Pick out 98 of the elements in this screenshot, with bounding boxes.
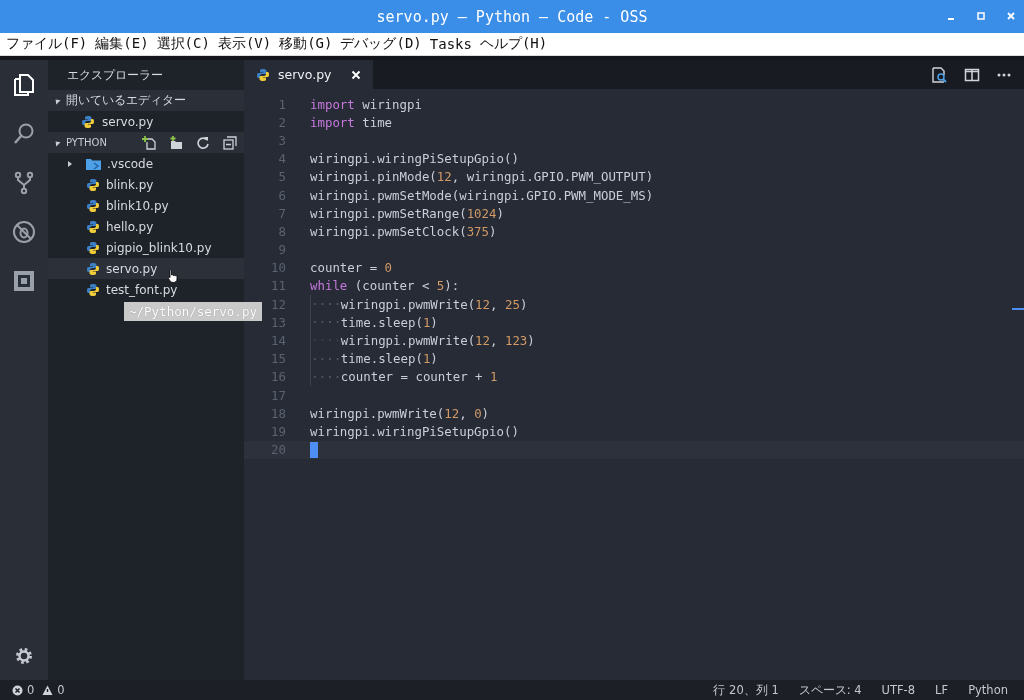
code-line: time.sleep(1) (340, 351, 438, 367)
file-tree-item[interactable]: blink.py (48, 174, 244, 195)
python-icon (86, 261, 100, 276)
menu-item[interactable]: ヘルプ(H) (477, 35, 550, 53)
menu-item[interactable]: 移動(G) (277, 35, 335, 53)
file-name: blink.py (106, 177, 154, 192)
line-number: 7 (277, 205, 286, 221)
file-name: pigpio_blink10.py (106, 240, 212, 255)
line-number: 3 (277, 132, 286, 148)
code-line: wiringpi.pwmWrite(12, 25) (340, 296, 528, 312)
open-editor-item[interactable]: servo.py (48, 111, 244, 132)
collapse-all-icon[interactable] (223, 135, 237, 150)
error-count[interactable]: 0 (27, 683, 35, 697)
line-number: 13 (270, 314, 286, 330)
open-preview-icon[interactable] (930, 65, 948, 84)
status-item[interactable]: UTF-8 (881, 683, 916, 697)
file-tree-item[interactable]: hello.py (48, 216, 244, 237)
new-folder-icon[interactable] (169, 135, 183, 150)
error-icon[interactable] (12, 684, 23, 696)
settings-icon[interactable] (14, 646, 34, 666)
code-line: wiringpi.pinMode(12, wiringpi.GPIO.PWM_OUTPUT) (310, 169, 654, 185)
menu-item[interactable]: Tasks (427, 36, 474, 52)
line-number: 11 (270, 278, 286, 294)
code-line: wiringpi.wiringPiSetupGpio() (310, 151, 519, 167)
python-icon (256, 67, 270, 82)
code-line: wiringpi.pwmWrite(12, 0) (310, 405, 490, 421)
line-number: 4 (277, 151, 286, 167)
refresh-icon[interactable] (196, 135, 210, 150)
code-line: wiringpi.pwmSetClock(375) (310, 223, 497, 239)
extensions-icon (12, 268, 36, 293)
code-line: time.sleep(1) (340, 314, 438, 330)
line-number: 19 (270, 423, 286, 439)
file-tree-item[interactable]: pigpio_blink10.py (48, 237, 244, 258)
file-name: blink10.py (106, 198, 169, 213)
menu-item[interactable]: デバッグ(D) (338, 35, 424, 53)
warning-icon[interactable] (42, 684, 54, 696)
line-number: 8 (277, 223, 286, 239)
status-item[interactable]: LF (935, 683, 949, 697)
menu-item[interactable]: ファイル(F) (4, 35, 90, 53)
code-line: import time (310, 114, 393, 130)
hand-cursor-icon (167, 268, 180, 283)
code-line: import wiringpi (310, 96, 422, 112)
editor-tab[interactable]: servo.py (244, 60, 374, 89)
search-icon (12, 121, 36, 146)
warning-count[interactable]: 0 (57, 683, 65, 697)
python-icon (86, 219, 100, 234)
python-icon (86, 177, 100, 192)
python-icon (81, 114, 95, 129)
code-line: counter = 0 (310, 260, 393, 276)
menu-item[interactable]: 選択(C) (154, 35, 212, 53)
status-item[interactable]: 行 20、列 1 (713, 682, 779, 698)
code-line: wiringpi.pwmWrite(12, 123) (340, 333, 535, 349)
code-line: wiringpi.wiringPiSetupGpio() (310, 423, 519, 439)
file-name: servo.py (106, 261, 158, 276)
python-icon (86, 240, 100, 255)
section-header[interactable]: 開いているエディター (48, 90, 244, 111)
branch-icon (12, 170, 36, 195)
code-line: wiringpi.pwmSetMode(wiringpi.GPIO.PWM_MODE_MS) (310, 187, 654, 203)
code-line: counter = counter + 1 (340, 369, 498, 385)
panel-title: エクスプローラー (66, 67, 164, 84)
file-tree-item[interactable]: blink10.py (48, 195, 244, 216)
section-title[interactable]: PYTHON (66, 137, 107, 148)
file-name: hello.py (106, 219, 154, 234)
python-icon (86, 282, 100, 297)
line-number: 10 (270, 260, 286, 276)
menu-item[interactable]: 表示(V) (215, 35, 274, 53)
line-number: 5 (277, 169, 286, 185)
files-icon (12, 72, 36, 97)
line-number: 12 (270, 296, 286, 312)
code-line: wiringpi.pwmSetRange(1024) (310, 205, 504, 221)
split-editor-icon[interactable] (964, 66, 980, 83)
file-name: .vscode (107, 156, 154, 171)
folder-icon (86, 156, 101, 171)
new-file-icon[interactable] (142, 135, 156, 150)
line-number: 1 (277, 96, 286, 112)
text-cursor (310, 441, 318, 458)
status-item[interactable]: Python (968, 683, 1008, 697)
section-title: 開いているエディター (66, 92, 186, 109)
overview-ruler-mark (1012, 308, 1024, 310)
close-icon[interactable] (351, 69, 362, 80)
menu-item[interactable]: 編集(E) (93, 35, 151, 53)
line-number: 6 (277, 187, 286, 203)
file-tree-item[interactable]: test_font.py (48, 279, 244, 300)
window-title: servo.py — Python — Code - OSS (376, 7, 648, 26)
code-line: while (counter < 5): (310, 278, 460, 294)
line-number: 16 (270, 369, 286, 385)
file-tree-item[interactable]: .vscode (48, 153, 244, 174)
line-number: 14 (270, 333, 286, 349)
line-number: 18 (270, 405, 286, 421)
file-name: test_font.py (106, 282, 178, 297)
file-name: servo.py (102, 114, 154, 129)
line-number: 9 (277, 242, 286, 258)
python-icon (86, 198, 100, 213)
maximize-icon[interactable] (976, 11, 986, 21)
line-number: 17 (270, 387, 286, 403)
status-item[interactable]: スペース: 4 (798, 682, 862, 698)
line-number: 2 (277, 114, 286, 130)
line-number: 15 (270, 351, 286, 367)
